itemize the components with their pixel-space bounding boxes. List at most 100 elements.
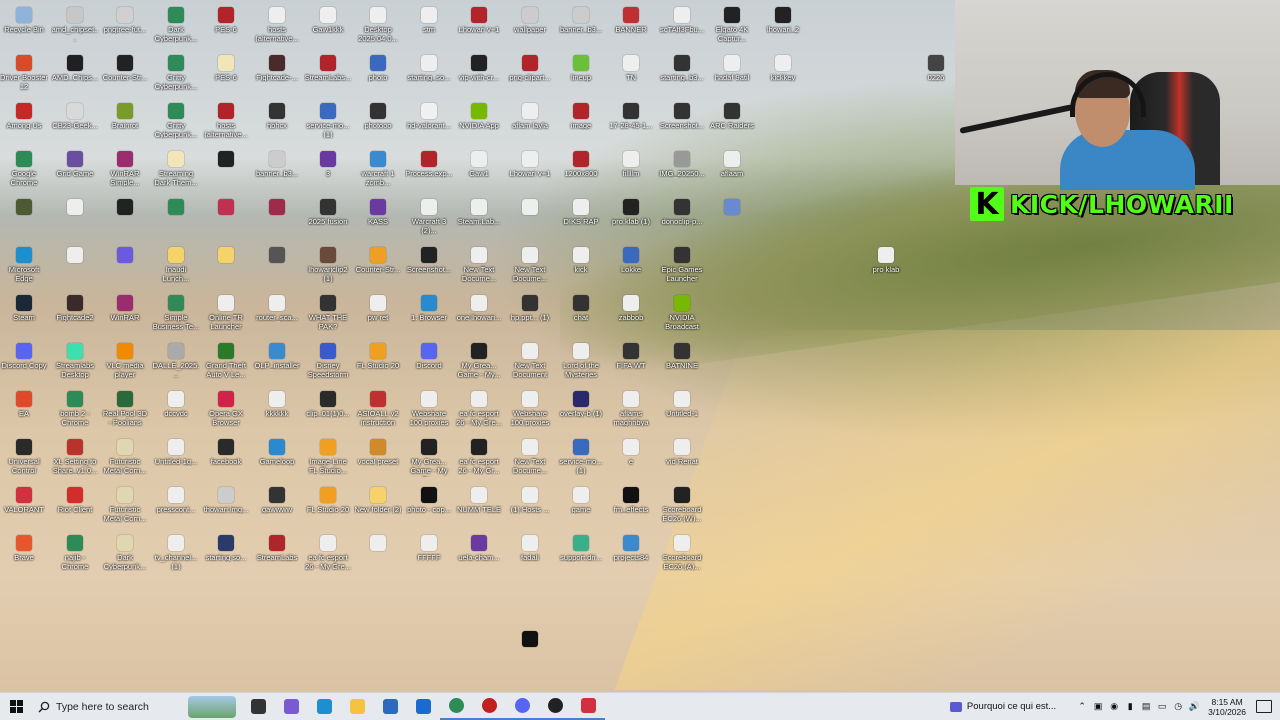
desktop-icon[interactable]: FFFFF [405,532,453,578]
desktop-icon[interactable]: gawwww [253,484,301,530]
desktop-icon[interactable]: stm [405,4,453,50]
desktop-icon[interactable] [152,196,200,242]
tray-app-icon[interactable]: ▣ [1091,701,1105,712]
desktop-icon[interactable] [506,628,554,674]
desktop-icon[interactable]: router_sca... [253,292,301,338]
desktop-icon[interactable]: vip-with-cr... [455,52,503,98]
desktop-icon[interactable]: New Text Docume... [506,436,554,482]
desktop-icon[interactable]: hbhcx [253,100,301,146]
desktop-icon[interactable]: dccvdc [152,388,200,434]
desktop-icon[interactable]: thowari.img... [202,484,250,530]
desktop-icon[interactable]: New folder (2) [354,484,402,530]
desktop-icon[interactable]: hosts (alternative... [202,100,250,146]
desktop-icon[interactable]: photo [354,52,402,98]
desktop-icon[interactable]: Elgato 4K Captur... [708,4,756,50]
desktop-icon[interactable] [506,196,554,242]
volume-icon[interactable]: 🔊 [1187,701,1201,712]
desktop-icon[interactable]: Lhowari v+1 [506,148,554,194]
desktop-icon[interactable]: facebook [202,436,250,482]
desktop-icon[interactable]: Gaw1kkk [304,4,352,50]
desktop-icon[interactable]: starting_so... [405,52,453,98]
desktop-icon[interactable]: kkkkkk [253,388,301,434]
desktop-icon[interactable]: Real Pool 3D - Poolians [101,388,149,434]
desktop-icon[interactable]: vid Renat [658,436,706,482]
desktop-icon[interactable]: aflams maghribya [607,388,655,434]
desktop-icon[interactable] [253,196,301,242]
desktop-icon[interactable]: Untitled-1 [658,388,706,434]
desktop-icon[interactable] [0,196,48,242]
desktop-icon[interactable]: Steam.Lab... [455,196,503,242]
desktop-icon[interactable]: PES-6 [202,4,250,50]
desktop-icon[interactable]: Screenshot... [658,100,706,146]
desktop-icon[interactable]: one lhowari... [455,292,503,338]
desktop-icon[interactable]: najib - Chrome [51,532,99,578]
desktop-icon[interactable]: BANNER [607,4,655,50]
desktop-icon[interactable]: Lhowari v+1 [455,4,503,50]
desktop-icon[interactable]: Warcraft 3 (2)... [405,196,453,242]
desktop-icon[interactable]: 2025 fusion [304,196,352,242]
desktop-icon[interactable]: fm_effects [607,484,655,530]
desktop-icon[interactable]: WinRAR [101,292,149,338]
desktop-icon[interactable]: Steam [0,292,48,338]
desktop-icon[interactable]: Counter-Str... [354,244,402,290]
desktop-icon[interactable]: Grid Game [51,148,99,194]
desktop-icon[interactable]: Recycle Bin [0,4,48,50]
desktop-icon[interactable]: NVIDIA App [455,100,503,146]
desktop-icon[interactable]: Process.exp... [405,148,453,194]
desktop-icon[interactable]: Brave [0,532,48,578]
desktop-icon[interactable]: Grand Theft Auto V Le... [202,340,250,386]
desktop-icon[interactable]: Discord Copy [0,340,48,386]
desktop-icon[interactable]: ea fc esport 26 - My Gre... [304,532,352,578]
desktop-icon[interactable]: Lokke [607,244,655,290]
desktop-icon[interactable]: hosts (alternative... [253,4,301,50]
taskbar-app-button[interactable] [506,693,539,720]
taskbar-app-button[interactable] [275,693,308,720]
desktop-icon[interactable]: IMG_20250... [658,148,706,194]
desktop-icon[interactable]: ea fc esport 26 - My Gre... [455,388,503,434]
desktop-icon[interactable]: DALLE_2025... [152,340,200,386]
desktop-icon[interactable]: Streaming Dark Them... [152,148,200,194]
desktop-icon[interactable] [51,196,99,242]
desktop-icon[interactable]: zabbob [607,292,655,338]
desktop-icon[interactable]: Desktop 2025.04.0... [354,4,402,50]
desktop-icon[interactable]: Among Us [0,100,48,146]
desktop-icon[interactable]: presscont... [152,484,200,530]
desktop-icon[interactable]: pro.klab (1) [607,196,655,242]
desktop-icon[interactable]: ASIOALL v2 instruction [354,388,402,434]
tray-app-icon[interactable]: ◉ [1107,701,1121,712]
desktop-icon[interactable]: Gaw1 [455,148,503,194]
desktop-icon[interactable]: ARC Raiders [708,100,756,146]
taskbar-app-button[interactable] [407,693,440,720]
desktop-icon[interactable]: StreamLabs... [304,52,352,98]
desktop-icon[interactable]: Dark Cyberpunk... [101,532,149,578]
desktop-icon[interactable]: pngtree-fut... [101,4,149,50]
desktop-icon[interactable]: BATNINE [658,340,706,386]
desktop-icon[interactable]: VALORANT [0,484,48,530]
desktop-icon[interactable]: Google Chrome [0,148,48,194]
desktop-icon[interactable]: starting_b3... [658,52,706,98]
desktop-icon[interactable]: FL Studio 20 [354,340,402,386]
desktop-icon[interactable]: e [607,436,655,482]
desktop-icon[interactable]: hp.ppt... (1) [506,292,554,338]
taskbar-app-button[interactable] [539,693,572,720]
search-highlight-image[interactable] [188,695,236,718]
desktop-icon[interactable]: FL Studio 20 [304,484,352,530]
taskbar-app-button[interactable] [242,693,275,720]
desktop-icon[interactable] [354,532,402,578]
desktop-icon[interactable] [101,196,149,242]
desktop-icon[interactable]: Riot Client [51,484,99,530]
desktop-icon[interactable]: banner_b3... [253,148,301,194]
desktop-icon[interactable]: Fightcade2 [51,292,99,338]
desktop-icon[interactable]: Scoreboard EC26 (W)... [658,484,706,530]
clock[interactable]: 8:15 AM 3/10/2026 [1208,697,1246,717]
desktop-icon[interactable]: CB23-Geek... [51,100,99,146]
desktop-icon[interactable]: WinRAR Simple... [101,148,149,194]
desktop-icon[interactable]: 3 [304,148,352,194]
desktop-icon[interactable]: NVIDIA Broadcast [658,292,706,338]
desktop-icon[interactable]: Opera GX Browser [202,388,250,434]
desktop-icon[interactable]: kickkey [759,52,807,98]
desktop-icon[interactable]: overlay-b (1) [557,388,605,434]
desktop-icon[interactable]: clip_01(1)0... [304,388,352,434]
desktop-icon[interactable]: donoclip-p... [658,196,706,242]
desktop-icon[interactable]: photo - cop... [405,484,453,530]
